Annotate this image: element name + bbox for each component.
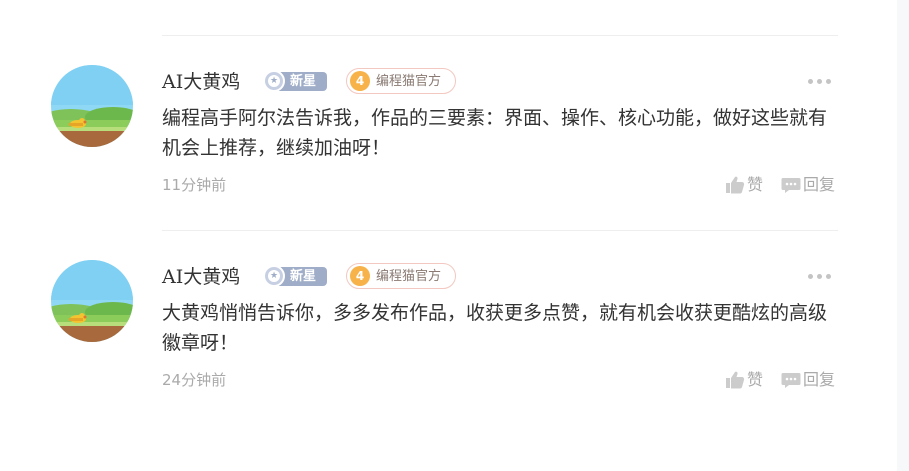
comment-text: 编程高手阿尔法告诉我，作品的三要素：界面、操作、核心功能，做好这些就有机会上推荐… — [162, 107, 828, 159]
like-label: 赞 — [747, 175, 764, 194]
scrollbar-track[interactable] — [897, 0, 909, 471]
like-button[interactable]: 赞 — [725, 368, 769, 392]
chick-avatar-icon — [51, 65, 133, 147]
badge-new-star: ★ 新星 — [263, 265, 327, 287]
more-dots-icon[interactable] — [808, 79, 832, 85]
author-name[interactable]: AI大黄鸡 — [162, 264, 240, 290]
avatar[interactable] — [51, 260, 133, 342]
author-name[interactable]: AI大黄鸡 — [162, 69, 240, 95]
comment-time: 24分钟前 — [162, 371, 227, 389]
reply-button[interactable]: 回复 — [781, 368, 841, 392]
comment-bubble-icon — [781, 373, 801, 388]
thumbs-up-icon — [726, 371, 745, 389]
reply-label: 回复 — [803, 370, 836, 389]
divider — [162, 230, 838, 231]
divider — [162, 35, 838, 36]
comments-page: AI大黄鸡 ★ 新星 4 编程猫官方 编程高手阿尔法告诉我，作品的三要素：界面、… — [0, 0, 909, 471]
chick-avatar-icon — [51, 260, 133, 342]
badge-official: 4 编程猫官方 — [346, 68, 456, 94]
thumbs-up-icon — [726, 176, 745, 194]
star-badge-icon: ★ — [263, 265, 285, 287]
more-dots-icon[interactable] — [808, 274, 832, 280]
reply-icon-partial — [810, 0, 830, 2]
reply-label: 回复 — [803, 175, 836, 194]
comment-text: 大黄鸡悄悄告诉你，多多发布作品，收获更多点赞，就有机会收获更酷炫的高级徽章呀！ — [162, 302, 828, 354]
badge-new-star: ★ 新星 — [263, 70, 327, 92]
like-button[interactable]: 赞 — [725, 173, 769, 197]
comment-item: AI大黄鸡 ★ 新星 4 编程猫官方 编程高手阿尔法告诉我，作品的三要素：界面、… — [0, 65, 909, 235]
comment-item: AI大黄鸡 ★ 新星 4 编程猫官方 大黄鸡悄悄告诉你，多多发布作品，收获更多点… — [0, 260, 909, 430]
level-badge-icon: 4 — [350, 266, 370, 286]
comment-time: 11分钟前 — [162, 176, 227, 194]
avatar[interactable] — [51, 65, 133, 147]
reply-button[interactable]: 回复 — [781, 173, 841, 197]
badge-official: 4 编程猫官方 — [346, 263, 456, 289]
comment-bubble-icon — [781, 178, 801, 193]
star-badge-icon: ★ — [263, 70, 285, 92]
like-label: 赞 — [747, 370, 764, 389]
level-badge-icon: 4 — [350, 71, 370, 91]
badge-official-label: 编程猫官方 — [376, 269, 442, 284]
badge-official-label: 编程猫官方 — [376, 74, 442, 89]
badge-new-label: 新星 — [290, 74, 317, 89]
badge-new-label: 新星 — [290, 269, 317, 284]
